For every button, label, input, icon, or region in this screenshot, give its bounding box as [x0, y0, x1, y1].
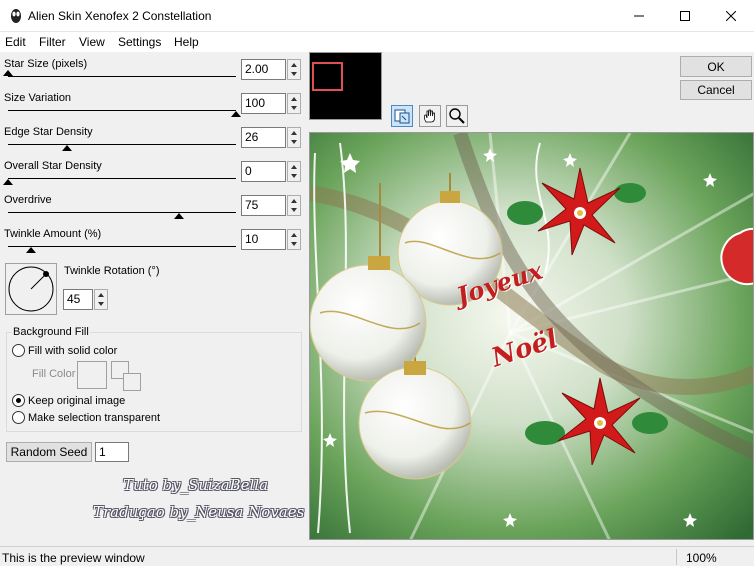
maximize-button[interactable]	[662, 0, 708, 32]
rotation-dial[interactable]	[5, 263, 57, 315]
menu-filter[interactable]: Filter	[39, 35, 66, 49]
star-size-spinner[interactable]	[287, 59, 301, 80]
keep-original-label[interactable]: Keep original image	[28, 395, 125, 407]
minimize-button[interactable]	[616, 0, 662, 32]
slider-label: Edge Star Density	[4, 126, 93, 138]
status-message: This is the preview window	[2, 551, 145, 565]
zoom-level: 100%	[686, 551, 717, 565]
twinkle-amount-input[interactable]: 10	[241, 229, 286, 250]
fill-color-label: Fill Color	[32, 368, 76, 380]
fill-color-swatch[interactable]	[77, 361, 107, 389]
fill-solid-label[interactable]: Fill with solid color	[28, 345, 117, 357]
slider-label: Size Variation	[4, 92, 72, 104]
menu-bar: Edit Filter View Settings Help	[0, 32, 754, 52]
color-picker-icon[interactable]	[123, 373, 141, 391]
close-icon	[726, 11, 736, 21]
hand-tool-button[interactable]	[419, 105, 441, 127]
slider-thumb[interactable]	[174, 213, 184, 219]
overall-star-density-input[interactable]: 0	[241, 161, 286, 182]
ok-button[interactable]: OK	[680, 56, 752, 77]
slider-label: Overall Star Density	[4, 160, 102, 172]
status-bar: This is the preview window 100%	[0, 546, 754, 566]
cancel-button[interactable]: Cancel	[680, 80, 752, 100]
status-divider	[676, 549, 677, 565]
close-button[interactable]	[708, 0, 754, 32]
make-transparent-label[interactable]: Make selection transparent	[28, 412, 160, 424]
slider-label: Overdrive	[4, 194, 52, 206]
window-title: Alien Skin Xenofex 2 Constellation	[28, 9, 212, 23]
slider-thumb[interactable]	[62, 145, 73, 151]
minimize-icon	[634, 15, 644, 17]
fill-solid-radio[interactable]	[12, 344, 25, 357]
slider-track[interactable]	[8, 212, 236, 213]
edge-star-density-input[interactable]: 26	[241, 127, 286, 148]
maximize-icon	[680, 11, 690, 21]
edge-star-density-spinner[interactable]	[287, 127, 301, 148]
star-size-input[interactable]: 2.00	[241, 59, 286, 80]
compare-icon	[394, 109, 410, 124]
dial-icon	[8, 266, 54, 312]
credit-watermark: Tuto by_SuizaBella	[123, 476, 269, 494]
slider-label: Twinkle Amount (%)	[4, 228, 102, 240]
make-transparent-radio[interactable]	[12, 411, 25, 424]
overdrive-input[interactable]: 75	[241, 195, 286, 216]
hand-icon	[423, 109, 435, 123]
keep-original-radio[interactable]	[12, 394, 25, 407]
twinkle-rotation-input[interactable]: 45	[63, 289, 93, 310]
overall-star-density-spinner[interactable]	[287, 161, 301, 182]
overdrive-spinner[interactable]	[287, 195, 301, 216]
slider-track[interactable]	[8, 76, 236, 77]
slider-track[interactable]	[8, 110, 236, 111]
zoom-tool-button[interactable]	[446, 105, 468, 127]
twinkle-rotation-spinner[interactable]	[94, 289, 108, 310]
menu-edit[interactable]: Edit	[5, 35, 26, 49]
menu-settings[interactable]: Settings	[118, 35, 161, 49]
app-icon	[11, 9, 21, 23]
twinkle-rotation-label: Twinkle Rotation (°)	[64, 265, 160, 277]
navigator-viewport-box[interactable]	[312, 62, 343, 91]
credit-watermark: Traduçao by_Neusa Novaes	[93, 503, 305, 521]
size-variation-spinner[interactable]	[287, 93, 301, 114]
slider-track[interactable]	[8, 144, 236, 145]
menu-view[interactable]: View	[79, 35, 105, 49]
slider-track[interactable]	[8, 178, 236, 179]
title-bar: Alien Skin Xenofex 2 Constellation	[0, 0, 754, 32]
slider-label: Star Size (pixels)	[4, 58, 88, 70]
slider-thumb[interactable]	[25, 247, 36, 253]
slider-thumb[interactable]	[3, 179, 13, 185]
slider-thumb[interactable]	[3, 70, 13, 76]
magnifier-icon	[449, 108, 465, 124]
slider-thumb[interactable]	[231, 111, 241, 117]
random-seed-button[interactable]: Random Seed	[6, 442, 92, 462]
preview-toggle-button[interactable]	[391, 105, 413, 127]
background-fill-title: Background Fill	[12, 326, 90, 338]
preview-navigator[interactable]	[309, 52, 382, 120]
slider-track[interactable]	[8, 246, 236, 247]
preview-window[interactable]: Joyeux Noël	[309, 132, 754, 540]
random-seed-input[interactable]: 1	[95, 442, 129, 462]
twinkle-amount-spinner[interactable]	[287, 229, 301, 250]
size-variation-input[interactable]: 100	[241, 93, 286, 114]
menu-help[interactable]: Help	[174, 35, 199, 49]
